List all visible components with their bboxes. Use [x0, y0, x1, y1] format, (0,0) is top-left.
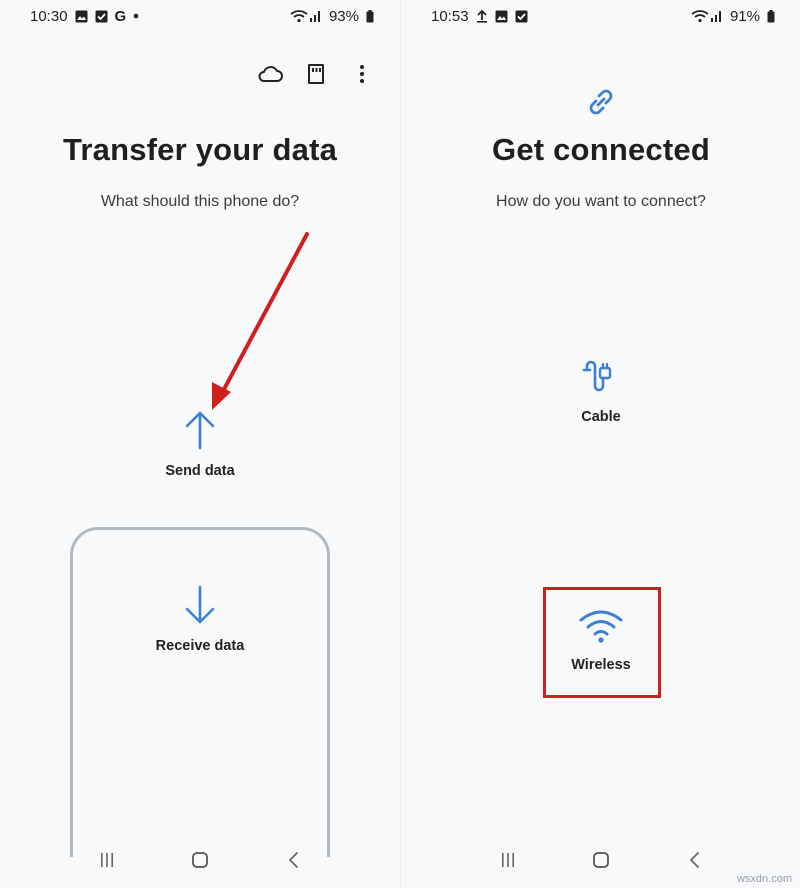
- navigation-bar: [0, 836, 400, 888]
- page-title: Get connected: [492, 132, 710, 167]
- send-data-option[interactable]: Send data: [140, 410, 260, 479]
- receive-data-selection-frame: [70, 527, 330, 857]
- page-subtitle: How do you want to connect?: [496, 193, 706, 210]
- receive-data-label: Receive data: [155, 638, 245, 654]
- home-button[interactable]: [180, 842, 220, 882]
- arrow-up-icon: [182, 410, 218, 455]
- status-time: 10:53: [431, 7, 469, 25]
- wifi-signal-icon: [691, 9, 723, 23]
- home-button[interactable]: [581, 842, 621, 882]
- home-icon: [592, 851, 610, 874]
- recent-apps-icon: [99, 852, 115, 873]
- back-icon: [688, 851, 700, 874]
- right-phone-screen: 10:53 91% Get connected How do you want …: [400, 0, 800, 888]
- receive-data-option[interactable]: Receive data: [140, 585, 260, 654]
- back-icon: [287, 851, 299, 874]
- home-icon: [191, 851, 209, 874]
- left-phone-screen: 10:30 G 93% Transfer your data What shou…: [0, 0, 400, 888]
- image-icon: [495, 10, 508, 23]
- status-bar: 10:53 91%: [401, 0, 800, 32]
- cable-option[interactable]: Cable: [541, 358, 661, 425]
- check-box-icon: [515, 10, 528, 23]
- upload-icon: [476, 9, 488, 23]
- battery-level: 91%: [729, 7, 760, 25]
- recent-apps-icon: [500, 852, 516, 873]
- arrow-down-icon: [182, 585, 218, 630]
- link-icon: [584, 85, 618, 124]
- back-button[interactable]: [273, 842, 313, 882]
- send-data-label: Send data: [165, 463, 235, 479]
- battery-icon: [767, 9, 775, 23]
- cable-label: Cable: [581, 409, 621, 425]
- back-button[interactable]: [674, 842, 714, 882]
- recent-apps-button[interactable]: [87, 842, 127, 882]
- recent-apps-button[interactable]: [488, 842, 528, 882]
- watermark: wsxdn.com: [736, 873, 792, 885]
- usb-cable-icon: [581, 358, 621, 401]
- annotation-highlight-box: [543, 587, 661, 698]
- comparison-screenshot: 10:30 G 93% Transfer your data What shou…: [0, 0, 800, 888]
